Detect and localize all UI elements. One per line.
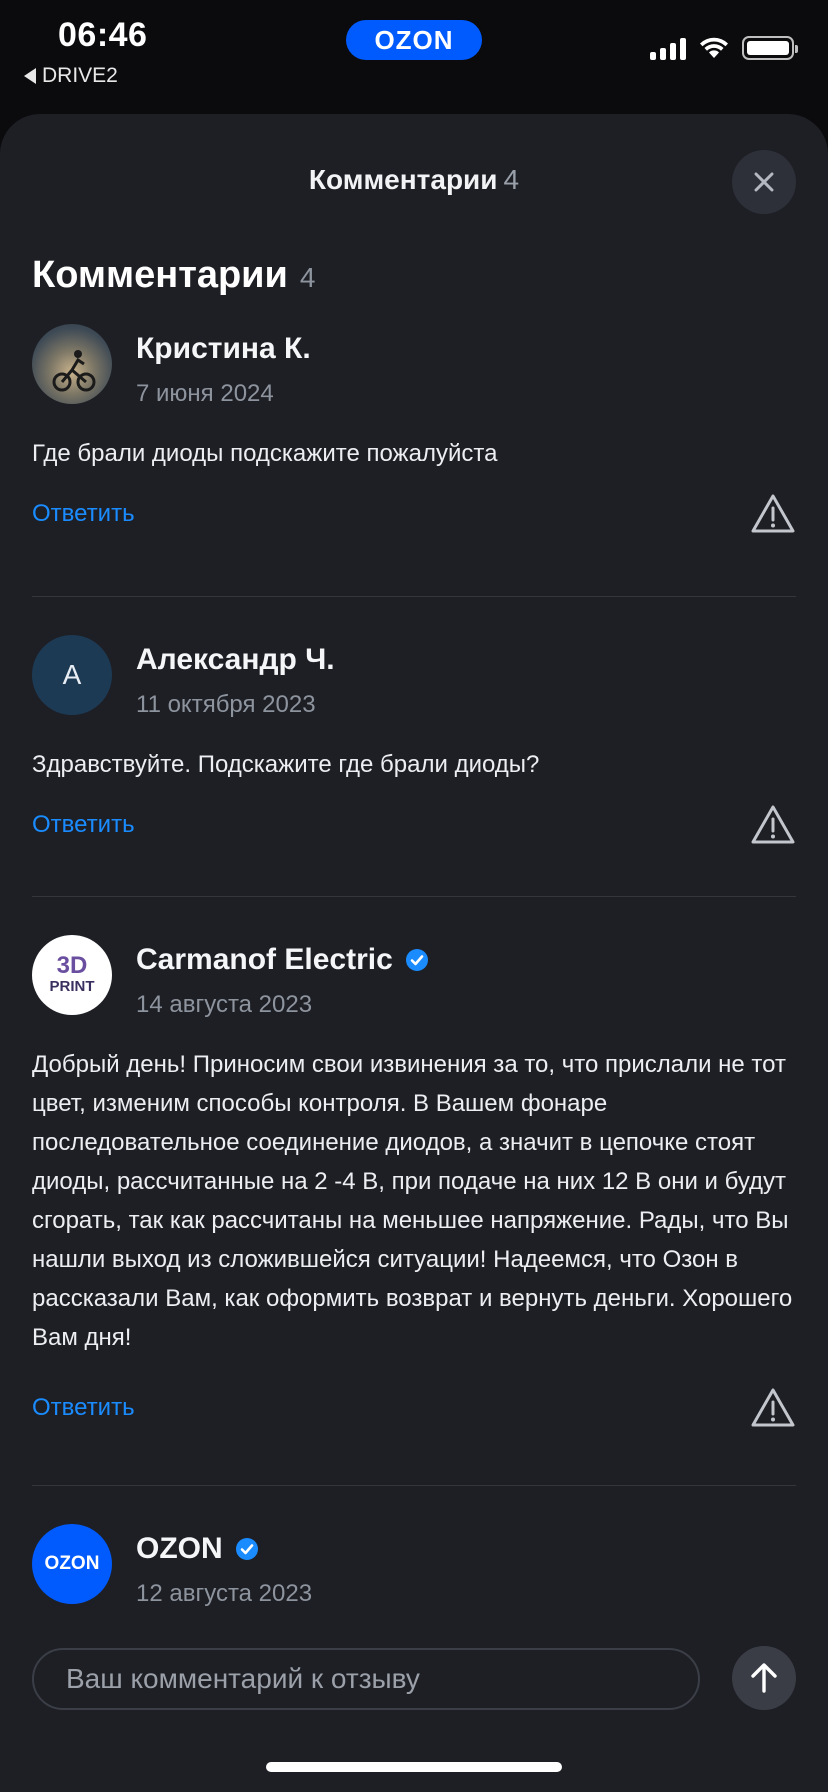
avatar-letter: А xyxy=(62,659,82,690)
report-warning-icon[interactable] xyxy=(750,804,796,846)
comment-date: 14 августа 2023 xyxy=(136,991,313,1018)
comment-date: 7 июня 2024 xyxy=(136,380,274,407)
back-to-app-link[interactable]: DRIVE2 xyxy=(24,64,118,88)
wifi-icon xyxy=(700,37,728,58)
sheet-title-count: 4 xyxy=(503,164,520,195)
reply-button[interactable]: Ответить xyxy=(32,1394,135,1422)
battery-icon xyxy=(742,36,798,60)
comment-input[interactable] xyxy=(32,1648,700,1710)
comment-item: А Александр Ч. 11 октября 2023 Здравству… xyxy=(32,597,796,897)
status-icons xyxy=(650,36,798,60)
comment-date: 12 августа 2023 xyxy=(136,1580,313,1607)
close-button[interactable] xyxy=(732,150,796,214)
report-warning-icon[interactable] xyxy=(750,493,796,535)
comment-text: Добрый день! Приносим свои извинения за … xyxy=(32,1051,793,1351)
status-bar: 06:46 DRIVE2 OZON xyxy=(0,0,828,100)
comment-item: 3D PRINT Carmanof Electric 14 августа 20… xyxy=(32,897,796,1486)
status-time: 06:46 xyxy=(58,16,148,54)
comment-date: 11 октября 2023 xyxy=(136,691,316,718)
home-indicator[interactable] xyxy=(266,1762,562,1772)
reply-button[interactable]: Ответить xyxy=(32,811,135,839)
motorcycle-photo-icon xyxy=(52,350,96,392)
sheet-title: Комментарии 4 xyxy=(0,164,828,196)
verified-check-icon xyxy=(405,949,428,971)
author-name[interactable]: Кристина К. xyxy=(136,332,311,366)
ozon-badge: OZON xyxy=(346,20,482,60)
report-warning-icon[interactable] xyxy=(750,1387,796,1429)
comment-item: OZON OZON 12 августа 2023 xyxy=(32,1486,796,1608)
comments-sheet: Комментарии 4 Комментарии 4 Кристина К. … xyxy=(0,114,828,1792)
avatar[interactable] xyxy=(32,324,112,404)
sheet-header: Комментарии 4 xyxy=(0,114,828,238)
avatar[interactable]: 3D PRINT xyxy=(32,935,112,1015)
avatar[interactable]: А xyxy=(32,635,112,715)
comment-text: Где брали диоды подскажите пожалуйста xyxy=(32,440,498,467)
arrow-up-icon xyxy=(751,1663,777,1693)
comments-list: Кристина К. 7 июня 2024 Где брали диоды … xyxy=(32,324,796,1608)
reply-button[interactable]: Ответить xyxy=(32,500,135,528)
send-button[interactable] xyxy=(732,1646,796,1710)
author-name[interactable]: Carmanof Electric xyxy=(136,943,429,977)
back-triangle-icon xyxy=(24,68,36,84)
section-title-count: 4 xyxy=(299,262,316,293)
avatar-logo-3d: 3D xyxy=(56,952,88,979)
cellular-signal-icon xyxy=(650,36,686,60)
author-name[interactable]: Александр Ч. xyxy=(136,643,335,677)
sheet-title-label: Комментарии xyxy=(308,164,498,195)
back-app-label: DRIVE2 xyxy=(42,64,118,87)
comment-composer xyxy=(32,1646,796,1710)
ozon-logo: OZON xyxy=(44,1553,100,1574)
avatar-logo-print: PRINT xyxy=(49,978,95,995)
section-title: Комментарии 4 xyxy=(32,254,315,297)
avatar[interactable]: OZON xyxy=(32,1524,112,1604)
comment-item: Кристина К. 7 июня 2024 Где брали диоды … xyxy=(32,324,796,597)
verified-check-icon xyxy=(235,1538,258,1560)
author-name[interactable]: OZON xyxy=(136,1532,312,1566)
close-icon xyxy=(754,172,774,192)
section-title-label: Комментарии xyxy=(32,254,288,296)
comment-text: Здравствуйте. Подскажите где брали диоды… xyxy=(32,751,540,778)
